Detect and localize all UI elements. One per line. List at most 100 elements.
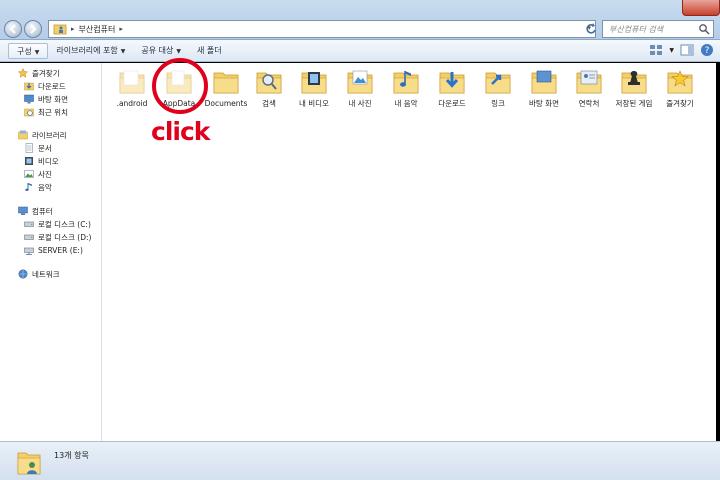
music-note-icon <box>25 183 32 191</box>
organize-button[interactable]: 구성 ▼ <box>8 42 49 59</box>
breadcrumb-current[interactable]: 부산컴퓨터 <box>79 24 116 35</box>
videos-folder-icon <box>301 72 327 94</box>
nav-label: SERVER (E:) <box>38 245 83 255</box>
chevron-down-icon: ▼ <box>176 47 182 55</box>
folder-label: 내 비디오 <box>299 99 329 108</box>
breadcrumb-separator[interactable]: ▸ <box>71 25 75 33</box>
details-pane: 13개 항목 <box>0 441 720 480</box>
computer-icon <box>18 206 28 215</box>
nav-drive-d[interactable]: 로컬 디스크 (D:) <box>24 231 91 243</box>
new-folder-button[interactable]: 새 폴더 <box>189 43 230 59</box>
view-options-icon[interactable] <box>649 43 663 57</box>
search-icon[interactable] <box>698 23 710 35</box>
window-close-button[interactable] <box>682 0 720 16</box>
folder-label: 검색 <box>262 99 276 108</box>
folder-item-documents[interactable]: Documents <box>203 67 249 108</box>
nav-libraries[interactable]: 라이브러리 <box>18 129 67 141</box>
back-button[interactable] <box>4 20 22 38</box>
navigation-pane: 즐겨찾기 다운로드 바탕 화면 최근 위치 라이브러리 문서 비디오 사진 음악… <box>0 63 102 441</box>
network-icon <box>18 269 28 279</box>
chevron-down-icon: ▼ <box>120 47 126 55</box>
chevron-down-icon: ▼ <box>34 48 40 56</box>
folder-item-downloads[interactable]: 다운로드 <box>429 67 475 108</box>
folder-item-search[interactable]: 검색 <box>246 67 292 108</box>
include-library-label: 라이브러리에 포함 <box>56 45 118 55</box>
breadcrumb-separator[interactable]: ▸ <box>119 25 123 33</box>
nav-computer[interactable]: 컴퓨터 <box>18 205 53 217</box>
share-with-button[interactable]: 공유 대상 ▼ <box>133 43 189 59</box>
folder-item-saved-games[interactable]: 저장된 게임 <box>611 67 657 108</box>
back-arrow-icon <box>9 24 16 34</box>
folder-item-music[interactable]: 내 음악 <box>383 67 429 108</box>
share-with-label: 공유 대상 <box>141 45 174 55</box>
nav-label: 로컬 디스크 (C:) <box>38 219 91 229</box>
forward-button[interactable] <box>24 20 42 38</box>
pictures-icon <box>24 170 34 178</box>
nav-label: 네트워크 <box>32 269 60 279</box>
nav-recent[interactable]: 최근 위치 <box>24 106 68 118</box>
organize-label: 구성 <box>17 46 32 56</box>
folder-label: 바탕 화면 <box>529 99 559 108</box>
help-icon[interactable]: ? <box>700 43 714 57</box>
new-folder-label: 새 폴더 <box>197 45 222 55</box>
folder-item-favorites[interactable]: 즐겨찾기 <box>657 67 703 108</box>
nav-drive-c[interactable]: 로컬 디스크 (C:) <box>24 218 91 230</box>
nav-network[interactable]: 네트워크 <box>18 268 60 280</box>
documents-icon <box>25 143 33 153</box>
folder-icon <box>119 70 145 94</box>
nav-music[interactable]: 음악 <box>24 181 52 193</box>
contacts-folder-icon <box>576 70 602 94</box>
folder-label: 링크 <box>491 99 505 108</box>
folder-item-android[interactable]: .android <box>109 67 155 108</box>
drive-icon <box>24 234 34 240</box>
nav-label: 다운로드 <box>38 81 66 91</box>
nav-favorites[interactable]: 즐겨찾기 <box>18 67 60 79</box>
folder-label: 내 사진 <box>348 99 372 108</box>
command-bar: 구성 ▼ 라이브러리에 포함 ▼ 공유 대상 ▼ 새 폴더 ▼ ? <box>0 40 720 62</box>
title-address-bar: ▸ 부산컴퓨터 ▸ ▾ 부산컴퓨터 검색 <box>0 0 720 40</box>
nav-label: 바탕 화면 <box>38 94 68 104</box>
refresh-icon[interactable] <box>584 21 598 37</box>
file-list: .android AppData Documents 검색 내 비디오 내 사진… <box>103 58 720 441</box>
desktop-icon <box>24 94 34 104</box>
nav-label: 비디오 <box>38 156 59 166</box>
forward-arrow-icon <box>30 24 37 34</box>
nav-label: 음악 <box>38 182 52 192</box>
nav-label: 최근 위치 <box>38 107 68 117</box>
folder-label: 연락처 <box>578 99 600 108</box>
folder-item-pictures[interactable]: 내 사진 <box>337 67 383 108</box>
nav-drive-e[interactable]: SERVER (E:) <box>24 244 83 256</box>
address-bar[interactable]: ▸ 부산컴퓨터 ▸ ▾ <box>48 20 596 38</box>
nav-downloads[interactable]: 다운로드 <box>24 80 66 92</box>
search-placeholder: 부산컴퓨터 검색 <box>609 25 664 34</box>
include-library-button[interactable]: 라이브러리에 포함 ▼ <box>48 43 133 59</box>
favorites-folder-icon <box>667 70 693 94</box>
search-input[interactable]: 부산컴퓨터 검색 <box>602 20 714 38</box>
drive-icon <box>24 221 34 227</box>
nav-pictures[interactable]: 사진 <box>24 168 52 180</box>
search-folder-icon <box>256 72 282 94</box>
nav-label: 컴퓨터 <box>32 206 53 216</box>
folder-item-desktop[interactable]: 바탕 화면 <box>521 67 567 108</box>
user-folder-icon <box>17 452 41 475</box>
folder-label: 다운로드 <box>438 99 466 108</box>
folder-label: Documents <box>204 99 248 108</box>
star-icon <box>18 68 28 78</box>
chevron-down-icon[interactable]: ▼ <box>669 47 674 54</box>
nav-documents[interactable]: 문서 <box>24 142 52 154</box>
folder-item-links[interactable]: 링크 <box>475 67 521 108</box>
nav-desktop[interactable]: 바탕 화면 <box>24 93 68 105</box>
click-annotation-circle <box>152 58 208 114</box>
nav-videos[interactable]: 비디오 <box>24 155 59 167</box>
preview-pane-icon[interactable] <box>680 43 694 57</box>
item-count: 13개 항목 <box>54 451 89 460</box>
nav-label: 사진 <box>38 169 52 179</box>
folder-label: 저장된 게임 <box>615 99 653 108</box>
folder-item-videos[interactable]: 내 비디오 <box>291 67 337 108</box>
folder-label: .android <box>116 99 148 108</box>
music-folder-icon <box>393 71 419 94</box>
libraries-icon <box>18 130 28 140</box>
nav-label: 문서 <box>38 143 52 153</box>
folder-item-contacts[interactable]: 연락처 <box>566 67 612 108</box>
nav-label: 즐겨찾기 <box>32 68 60 78</box>
